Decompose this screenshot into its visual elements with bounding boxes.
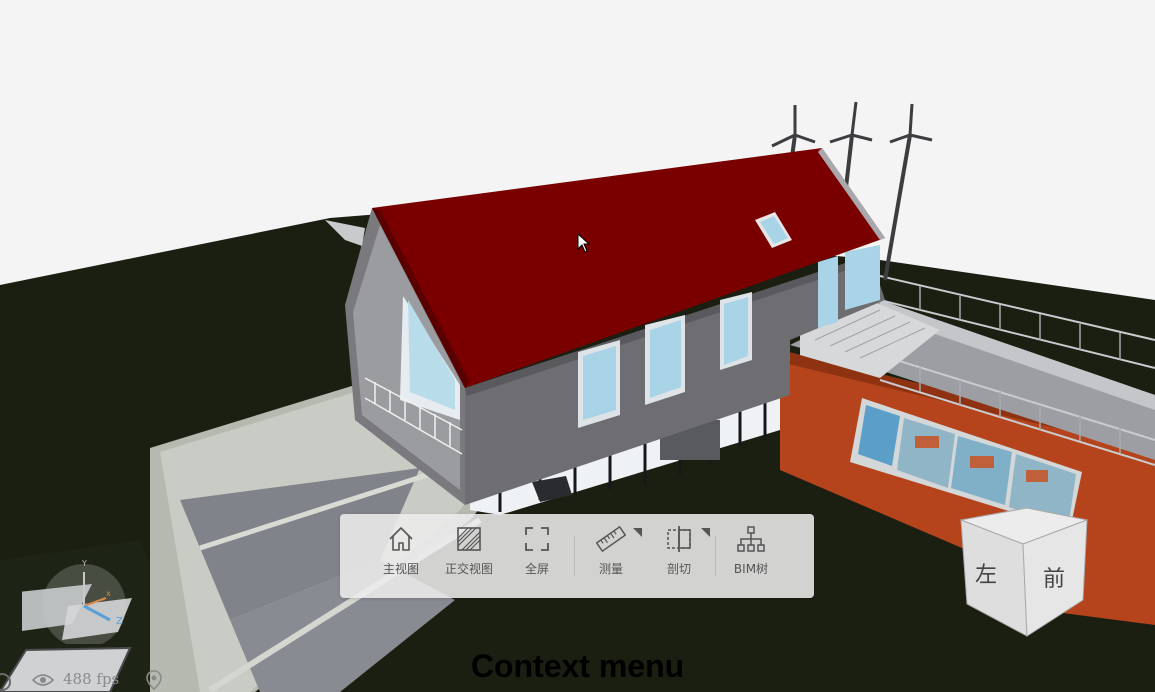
submenu-arrow-icon xyxy=(701,528,710,537)
measure-label: 测量 xyxy=(598,562,623,576)
axis-gizmo[interactable]: Y x Z xyxy=(22,554,142,644)
view-cube-front-label: 前 xyxy=(1043,567,1065,592)
home-view-button[interactable]: 主视图 xyxy=(368,524,434,588)
toolbar-divider xyxy=(574,536,575,576)
section-cut-button[interactable]: 剖切 xyxy=(646,524,712,588)
ruler-icon xyxy=(596,525,626,553)
axis-z-label: Z xyxy=(116,616,123,627)
section-cut-label: 剖切 xyxy=(666,562,691,576)
toolbar-divider xyxy=(715,536,716,576)
view-cube-left-label: 左 xyxy=(975,563,997,588)
bim-tree-button[interactable]: BIM树 xyxy=(718,524,784,588)
measure-button[interactable]: 测量 xyxy=(578,524,644,588)
orthographic-view-button[interactable]: 正交视图 xyxy=(436,524,502,588)
caption-title: Context menu xyxy=(470,648,685,684)
section-cut-icon xyxy=(667,526,691,552)
orthographic-view-icon xyxy=(457,527,481,551)
view-cube[interactable]: 左 前 xyxy=(955,508,1095,643)
submenu-arrow-icon xyxy=(633,528,642,537)
bottom-toolbar: 主视图 正交视图 全屏 测量 剖切 BIM树 xyxy=(340,514,814,598)
fullscreen-button[interactable]: 全屏 xyxy=(504,524,570,588)
axis-x-label: x xyxy=(106,589,111,598)
mouse-cursor-icon xyxy=(577,233,591,253)
axis-y-label: Y xyxy=(81,559,87,568)
fullscreen-icon xyxy=(525,527,549,551)
home-view-label: 主视图 xyxy=(382,562,419,576)
tree-hierarchy-icon xyxy=(737,526,765,552)
orthographic-view-label: 正交视图 xyxy=(444,562,493,576)
bim-tree-label: BIM树 xyxy=(733,562,769,576)
home-icon xyxy=(389,527,413,551)
fullscreen-label: 全屏 xyxy=(524,562,549,576)
